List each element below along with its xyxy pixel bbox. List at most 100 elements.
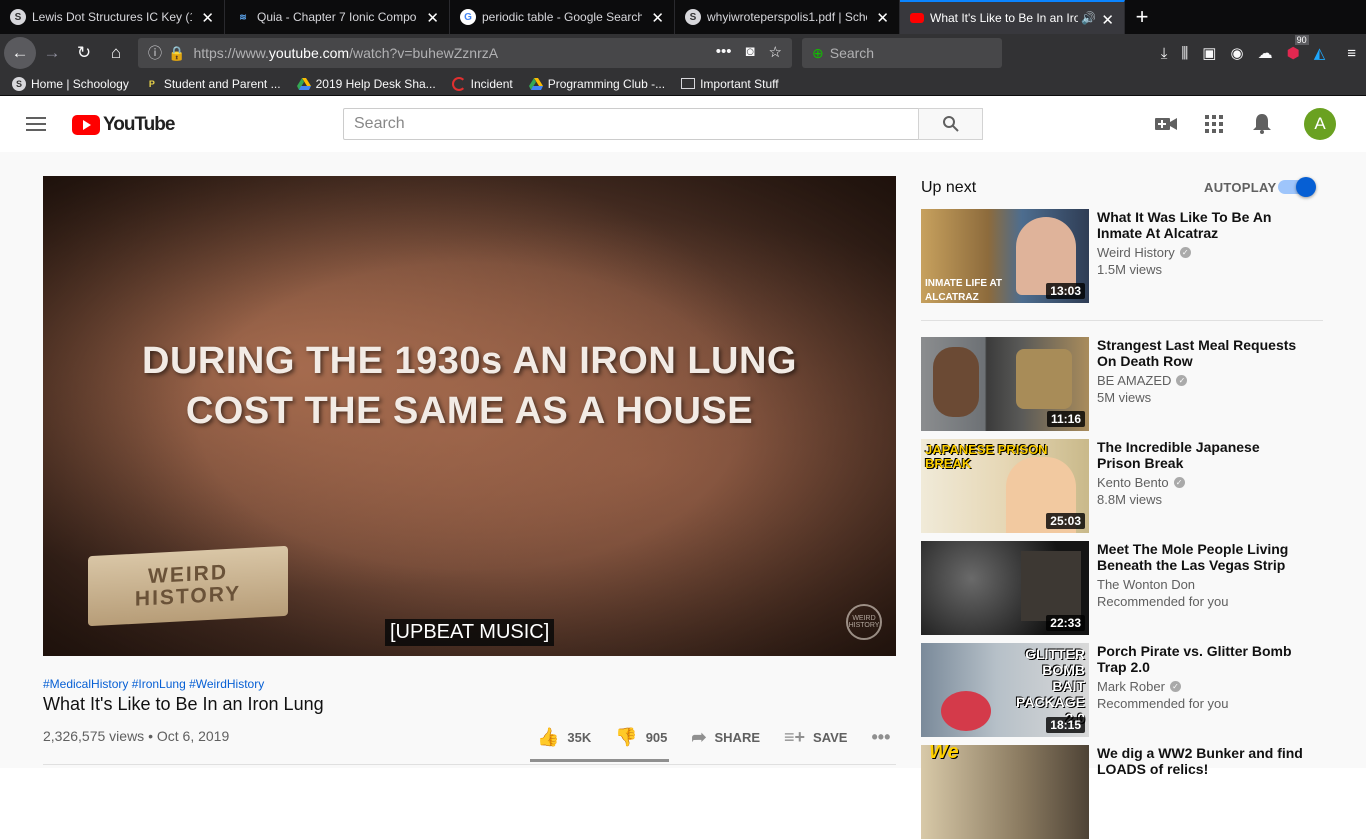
rec-channel[interactable]: The Wonton Don [1097,577,1195,592]
video-thumbnail[interactable]: 22:33 [921,541,1089,635]
bookmark-schoology[interactable]: S Home | Schoology [12,76,129,91]
tab-quia[interactable]: ≋ Quia - Chapter 7 Ionic Compounds ✕ [225,0,450,34]
rec-title[interactable]: Porch Pirate vs. Glitter Bomb Trap 2.0 [1097,643,1307,675]
bookmark-label: Incident [470,76,513,91]
pocket-icon[interactable]: ◙ [745,43,754,61]
recommended-video[interactable]: GLITTER BOMB BAIT PACKAGE 2.0 18:15 Porc… [921,643,1331,737]
tab-lewis-dot[interactable]: S Lewis Dot Structures IC Key (1) ✕ [0,0,225,34]
library-icon[interactable]: ⫼ [1181,45,1188,62]
thumbs-up-icon: 👍 [537,727,560,747]
duration-badge: 11:16 [1046,411,1085,427]
recommended-video[interactable]: We We dig a WW2 Bunker and find LOADS of… [921,745,1331,839]
watch-page: DURING THE 1930s AN IRON LUNG COST THE S… [0,152,1366,839]
recommended-video[interactable]: INMATE LIFE AT ALCATRAZ 13:03 What It Wa… [921,209,1331,303]
close-icon[interactable]: ✕ [1101,11,1114,29]
channel-watermark[interactable]: WEIRD HISTORY [846,604,882,640]
rec-channel[interactable]: Weird History [1097,245,1175,260]
like-button[interactable]: 👍 35K [537,727,591,748]
youtube-search-button[interactable] [918,108,983,140]
rec-title[interactable]: We dig a WW2 Bunker and find LOADS of re… [1097,745,1307,777]
incident-icon [451,76,466,91]
recommended-video[interactable]: 11:16 Strangest Last Meal Requests On De… [921,337,1331,431]
reload-icon[interactable]: ↻ [68,37,100,69]
video-thumbnail[interactable]: INMATE LIFE AT ALCATRAZ 13:03 [921,209,1089,303]
dislike-button[interactable]: 👎 905 [615,727,667,748]
hashtags[interactable]: #MedicalHistory #IronLung #WeirdHistory [43,677,264,691]
close-icon[interactable]: ✕ [651,9,664,27]
bookmark-help-desk[interactable]: 2019 Help Desk Sha... [296,77,436,91]
search-placeholder: Search [354,115,405,132]
video-thumbnail[interactable]: GLITTER BOMB BAIT PACKAGE 2.0 18:15 [921,643,1089,737]
sentiment-bar-fill [530,759,666,762]
rec-channel[interactable]: BE AMAZED [1097,373,1171,388]
ublock-icon[interactable]: ⬢ 90 [1287,35,1309,62]
close-icon[interactable]: ✕ [426,9,439,27]
create-video-icon[interactable] [1154,112,1178,136]
duration-badge: 18:15 [1046,717,1085,733]
bookmark-incident[interactable]: Incident [451,76,513,91]
bookmark-student-parent[interactable]: P Student and Parent ... [145,77,281,91]
download-icon[interactable]: ⤓ [1161,45,1168,62]
url-prefix: https://www. [193,45,269,61]
apps-grid-icon[interactable] [1202,112,1226,136]
more-actions-button[interactable]: ••• [871,727,890,748]
youtube-play-icon [72,115,100,135]
sidebar-icon[interactable]: ▣ [1202,44,1216,62]
tab-schoology-pdf[interactable]: S whyiwroteperspolis1.pdf | Scho ✕ [675,0,900,34]
thumbnail-text: We [929,745,959,763]
youtube-search-input[interactable]: Search [343,108,919,140]
bookmarks-toolbar: S Home | Schoology P Student and Parent … [0,72,1366,96]
rec-title[interactable]: Strangest Last Meal Requests On Death Ro… [1097,337,1307,369]
extension-badge: 90 [1294,35,1309,45]
account-icon[interactable]: ◉ [1230,44,1243,62]
back-arrow-icon[interactable]: ← [4,37,36,69]
save-button[interactable]: ≡+ SAVE [784,727,847,748]
video-thumbnail[interactable]: We [921,745,1089,839]
share-button[interactable]: ➦ SHARE [691,727,760,748]
home-icon[interactable]: ⌂ [100,37,132,69]
duration-badge: 22:33 [1046,615,1085,631]
rec-channel[interactable]: Mark Rober [1097,679,1165,694]
rec-title[interactable]: Meet The Mole People Living Beneath the … [1097,541,1307,573]
notifications-bell-icon[interactable] [1250,112,1274,136]
video-thumbnail[interactable]: JAPANESE PRISON BREAK 25:03 [921,439,1089,533]
rec-title[interactable]: The Incredible Japanese Prison Break [1097,439,1307,471]
speaker-icon[interactable]: 🔊 [1081,11,1096,25]
extension-cloud-icon[interactable]: ☁ [1258,44,1273,62]
tab-title: Quia - Chapter 7 Ionic Compounds [257,10,417,24]
rec-channel[interactable]: Kento Bento [1097,475,1169,490]
bookmark-programming-club[interactable]: Programming Club -... [528,77,665,91]
youtube-icon [910,13,924,23]
new-tab-icon[interactable]: + [1125,0,1159,34]
url-bar[interactable]: ⓘ 🔒 https://www. youtube.com/watch?v=buhe… [138,38,792,68]
share-label: SHARE [714,730,761,745]
extension-chart-icon[interactable]: ◭ [1314,44,1326,62]
duration-badge: 25:03 [1046,513,1085,529]
menu-icon[interactable]: ≡ [1347,45,1356,62]
youtube-logo[interactable]: YouTube [72,114,175,136]
thumbnail-glitter [941,691,991,731]
tab-title: Lewis Dot Structures IC Key (1) [32,10,192,24]
autoplay-toggle[interactable] [1278,177,1316,197]
close-icon[interactable]: ✕ [201,9,214,27]
forward-arrow-icon[interactable]: → [36,37,68,69]
recommended-video[interactable]: 22:33 Meet The Mole People Living Beneat… [921,541,1331,635]
account-avatar[interactable]: A [1304,108,1336,140]
add-to-playlist-icon: ≡+ [784,727,806,747]
tab-youtube-active[interactable]: What It's Like to Be In an Iron Lung 🔊 ✕ [900,0,1125,34]
info-icon[interactable]: ⓘ [148,43,162,63]
browser-search-field[interactable]: ⊕ Search [802,38,1002,68]
video-player[interactable]: DURING THE 1930s AN IRON LUNG COST THE S… [43,176,896,656]
close-icon[interactable]: ✕ [876,9,889,27]
video-thumbnail[interactable]: 11:16 [921,337,1089,431]
tab-google[interactable]: G periodic table - Google Search ✕ [450,0,675,34]
page-actions-icon[interactable]: ••• [716,43,732,61]
search-placeholder: Search [829,45,875,61]
bookmark-star-icon[interactable]: ☆ [769,43,782,61]
bookmark-important-stuff[interactable]: Important Stuff [681,77,779,91]
bookmark-label: Important Stuff [700,76,779,91]
guide-menu-icon[interactable] [26,117,46,131]
bookmark-label: Home | Schoology [31,76,129,91]
recommended-video[interactable]: JAPANESE PRISON BREAK 25:03 The Incredib… [921,439,1331,533]
rec-title[interactable]: What It Was Like To Be An Inmate At Alca… [1097,209,1307,241]
